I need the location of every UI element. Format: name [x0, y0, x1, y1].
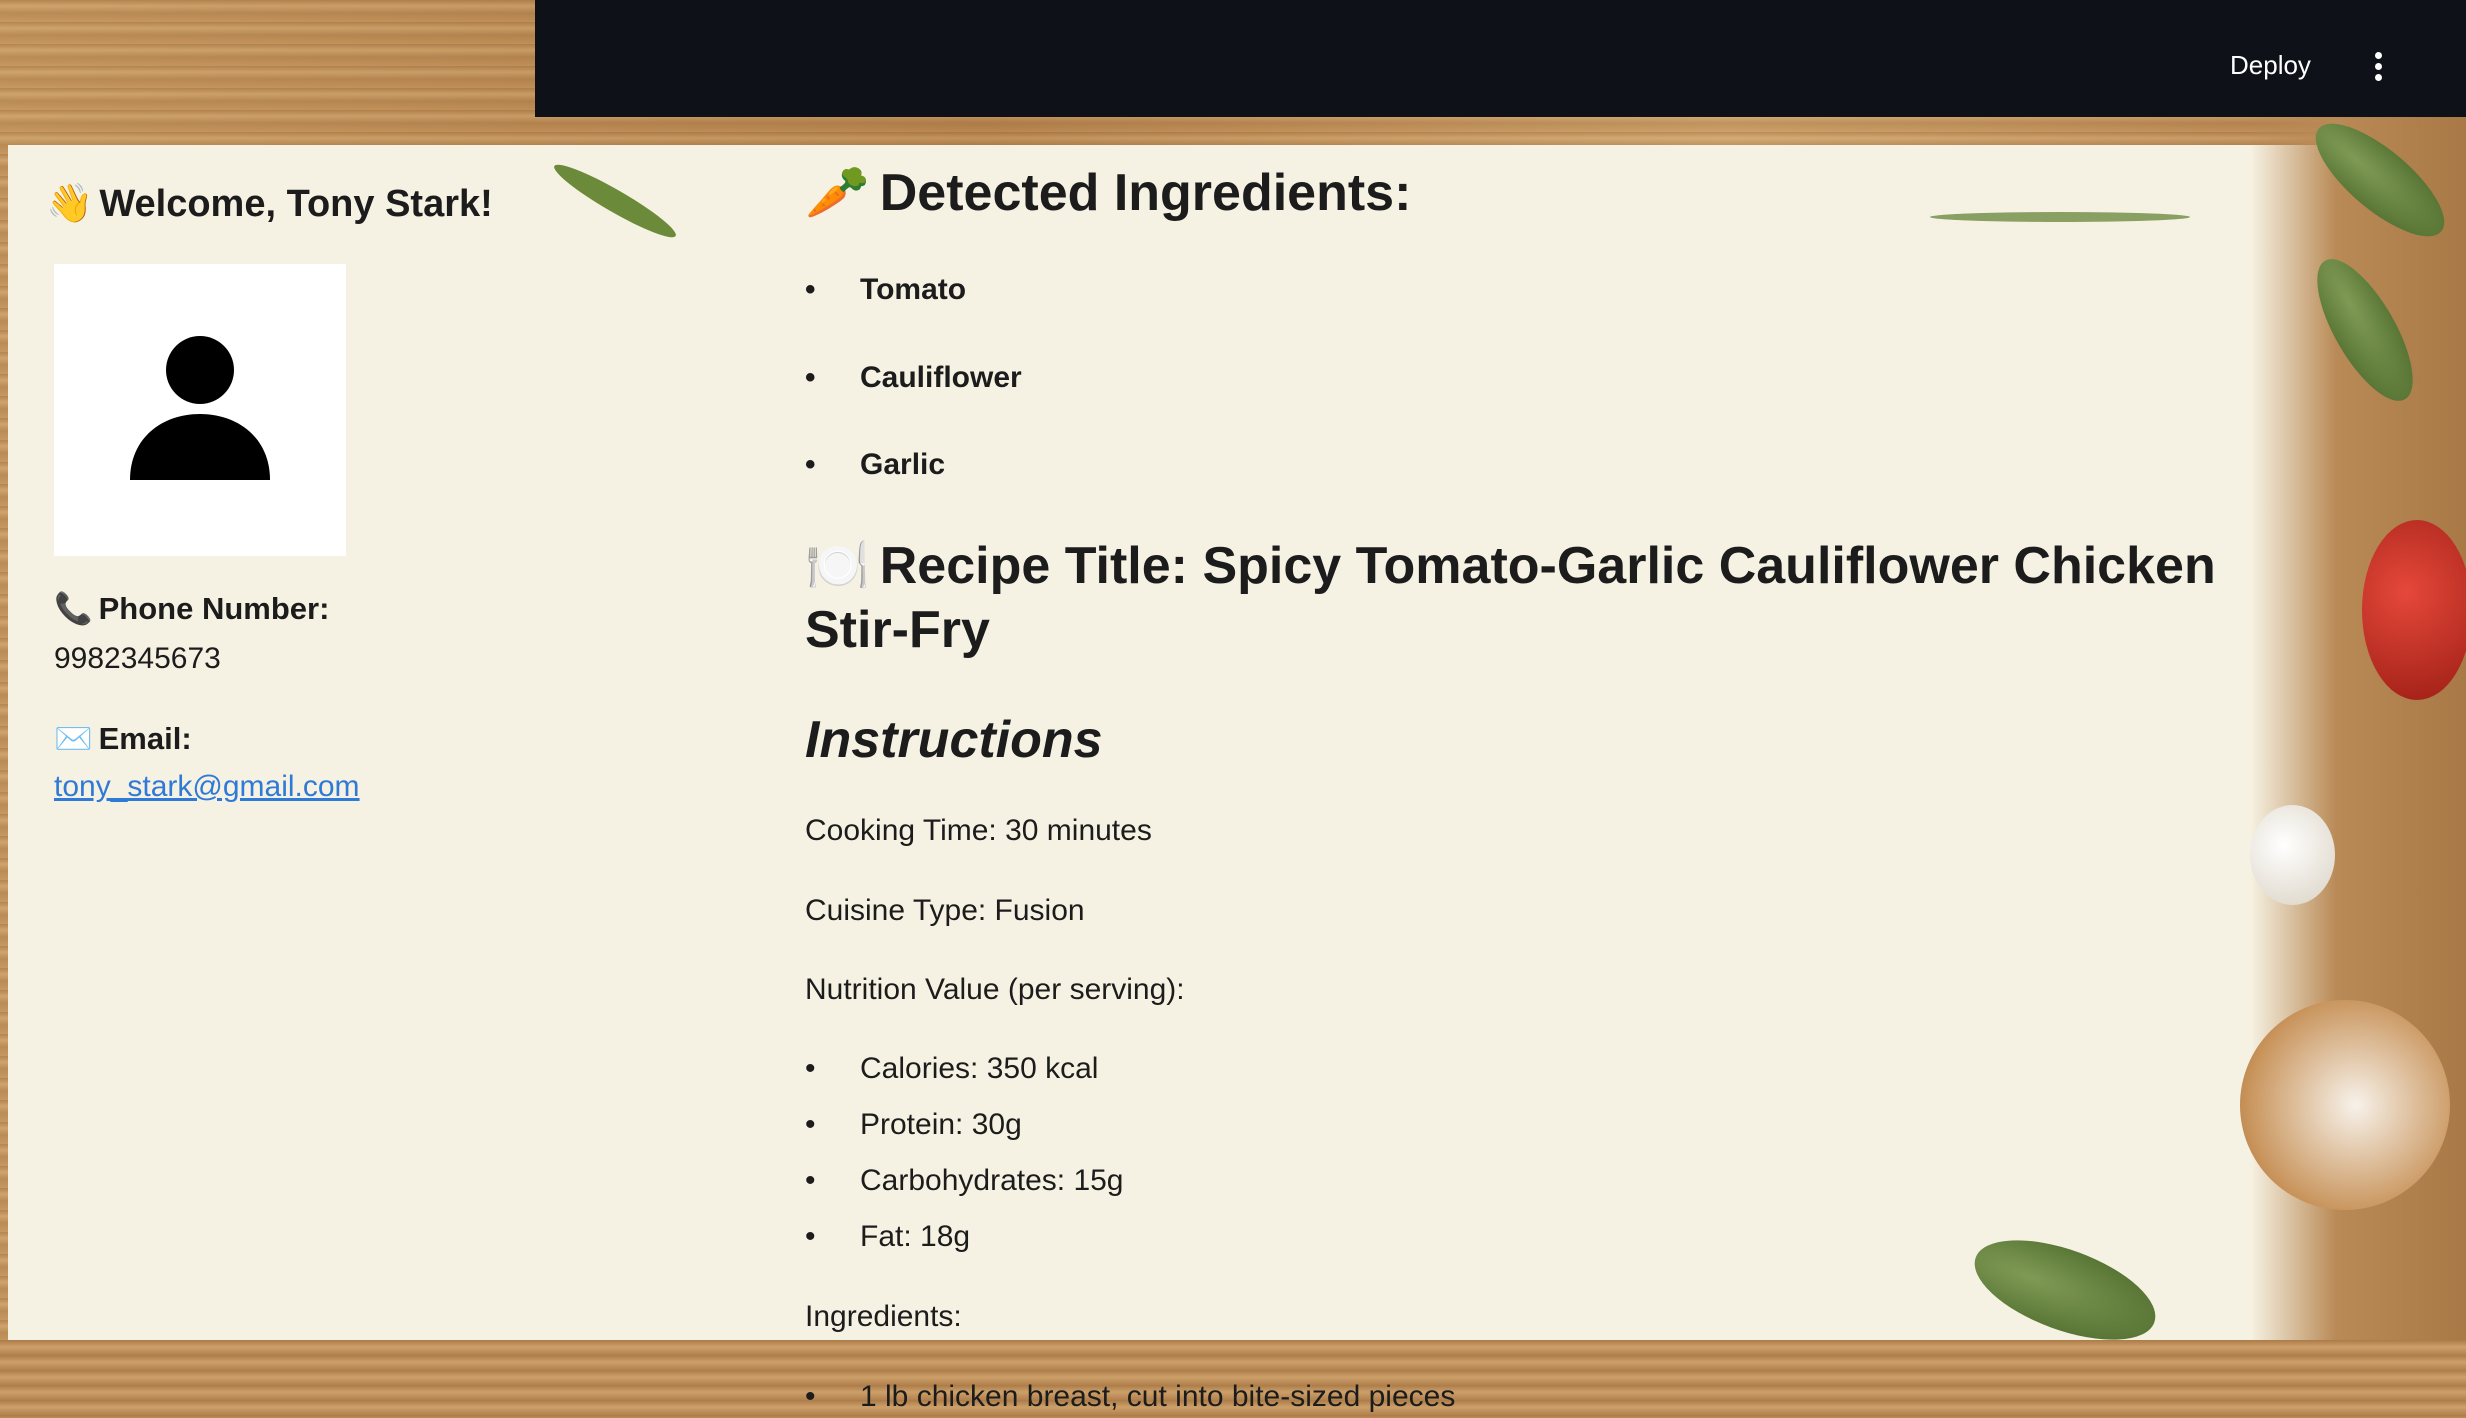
detected-ingredients-heading: 🥕 Detected Ingredients: [805, 162, 1411, 223]
envelope-icon: ✉️ [54, 721, 93, 756]
email-link[interactable]: tony_stark@gmail.com [54, 770, 360, 803]
ingredients-heading: Ingredients: [805, 1300, 962, 1333]
ingredient-line: 1 lb chicken breast, cut into bite-sized… [860, 1380, 1456, 1413]
garlic-decoration [2250, 805, 2335, 905]
nutrition-heading: Nutrition Value (per serving): [805, 973, 1185, 1006]
user-avatar-icon [130, 336, 270, 480]
instructions-heading: Instructions [805, 711, 1103, 769]
app-header [535, 0, 2466, 117]
nutrition-carbohydrates: Carbohydrates: 15g [860, 1164, 1124, 1197]
detected-ingredients-title: Detected Ingredients: [879, 164, 1412, 222]
deploy-button[interactable]: Deploy [2230, 50, 2311, 81]
welcome-text: Welcome, Tony Stark! [99, 183, 493, 225]
nutrition-protein: Protein: 30g [860, 1108, 1022, 1141]
herb-decoration [1930, 212, 2190, 222]
email-label: Email: [98, 721, 192, 756]
kebab-menu-icon[interactable] [2368, 52, 2388, 86]
phone-label: Phone Number: [98, 591, 330, 626]
carrot-icon: 🥕 [805, 164, 870, 222]
email-value: tony_stark@gmail.com [54, 770, 360, 804]
header-tab-decoration [810, 108, 1138, 117]
ingredient-cauliflower: Cauliflower [860, 361, 1022, 394]
recipe-title: Recipe Title: Spicy Tomato-Garlic Caulif… [805, 537, 2216, 659]
cooking-time: Cooking Time: 30 minutes [805, 814, 1152, 847]
bowl-decoration [2240, 1000, 2450, 1210]
cuisine-type: Cuisine Type: Fusion [805, 894, 1085, 927]
recipe-title-heading: 🍽️ Recipe Title: Spicy Tomato-Garlic Caul… [805, 534, 2225, 662]
ingredient-garlic: Garlic [860, 448, 946, 481]
phone-value: 9982345673 [54, 642, 221, 675]
nutrition-calories: Calories: 350 kcal [860, 1052, 1099, 1085]
phone-icon: 📞 [54, 591, 93, 626]
nutrition-fat: Fat: 18g [860, 1220, 971, 1253]
email-label-row: ✉️ Email: [54, 720, 192, 757]
avatar [54, 264, 346, 556]
phone-label-row: 📞 Phone Number: [54, 590, 329, 627]
tomato-decoration [2362, 520, 2466, 700]
welcome-heading: 👋 Welcome, Tony Stark! [46, 182, 493, 226]
ingredient-tomato: Tomato [860, 273, 967, 306]
plate-cutlery-icon: 🍽️ [805, 537, 870, 595]
waving-hand-icon: 👋 [46, 183, 94, 225]
